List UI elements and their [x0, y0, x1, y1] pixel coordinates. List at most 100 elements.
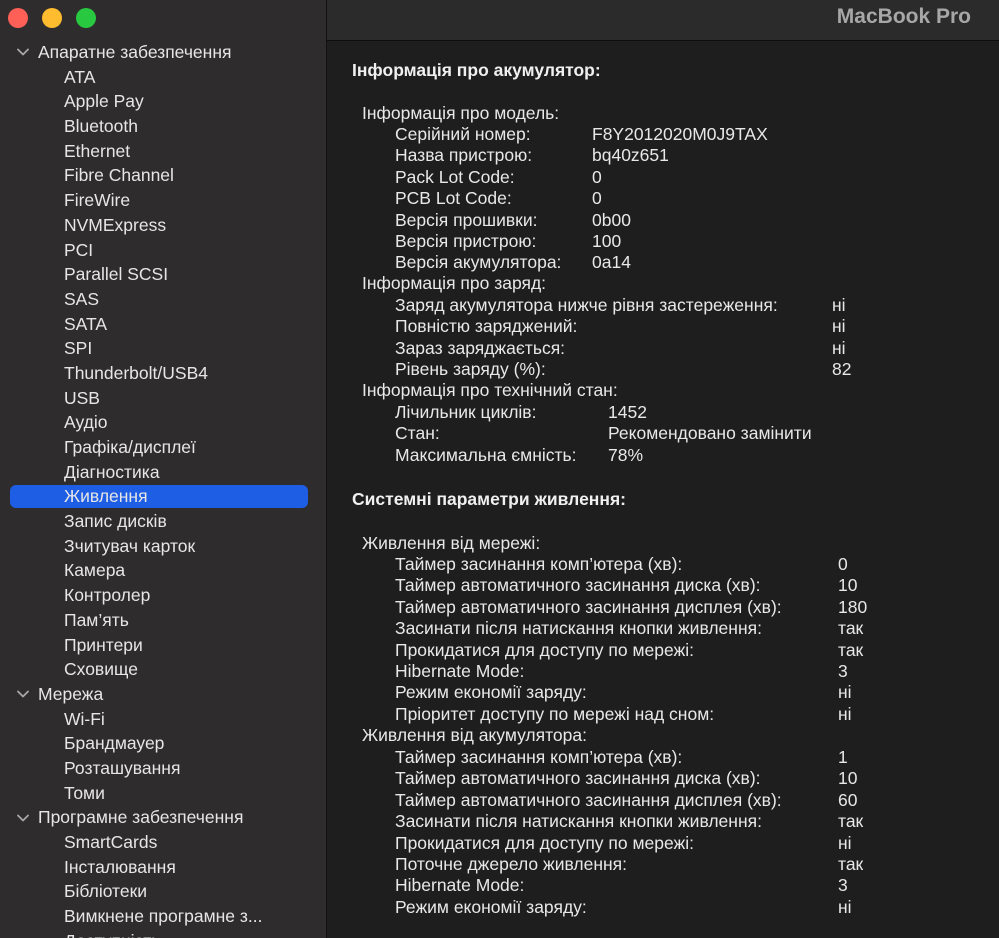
sidebar-item-label: Аудіо: [64, 412, 108, 433]
sidebar-item[interactable]: PCI: [0, 238, 326, 263]
sidebar-item[interactable]: Бібліотеки: [0, 879, 326, 904]
property-key: Таймер засинання комп’ютера (хв):: [395, 554, 683, 574]
property-key: Таймер автоматичного засинання диска (хв…: [395, 575, 761, 596]
property-value: 3: [838, 661, 848, 681]
sidebar-item[interactable]: Контролер: [0, 583, 326, 608]
property-value: 3: [838, 875, 848, 896]
sidebar-item[interactable]: Принтери: [0, 633, 326, 658]
chevron-down-icon[interactable]: [16, 805, 30, 830]
sidebar-group-label: Програмне забезпечення: [38, 807, 244, 828]
property-key: Версія акумулятора:: [395, 252, 562, 273]
sidebar-item[interactable]: Сховище: [0, 657, 326, 682]
sidebar-item[interactable]: Інсталювання: [0, 855, 326, 880]
sidebar-item-label: Томи: [64, 782, 105, 803]
property-key: Назва пристрою:: [395, 145, 533, 166]
property-value: 1452: [608, 402, 647, 422]
sidebar-item[interactable]: Fibre Channel: [0, 163, 326, 188]
sidebar-item[interactable]: SmartCards: [0, 830, 326, 855]
sidebar-item[interactable]: Розташування: [0, 756, 326, 781]
sidebar-item[interactable]: Брандмауер: [0, 731, 326, 756]
property-value: 0b00: [592, 209, 631, 230]
property-key: Стан:: [395, 423, 440, 444]
property-key: Прокидатися для доступу по мережі:: [395, 832, 694, 853]
sidebar-item-label: Сховище: [64, 659, 138, 680]
sidebar-item-label: Запис дисків: [64, 511, 167, 532]
sidebar-item[interactable]: NVMExpress: [0, 213, 326, 238]
battery-section-title: Інформація про акумулятор:: [352, 60, 601, 80]
sidebar-item-label: Графіка/дисплеї: [64, 437, 196, 457]
sidebar-item[interactable]: SAS: [0, 287, 326, 312]
sidebar-item-label: ATA: [64, 66, 96, 87]
sidebar-item[interactable]: Bluetooth: [0, 114, 326, 139]
sidebar-item-label: Apple Pay: [64, 91, 144, 112]
sidebar-item[interactable]: Діагностика: [0, 460, 326, 485]
property-key: Прокидатися для доступу по мережі:: [395, 639, 694, 660]
health-info-header: Інформація про технічний стан:: [362, 380, 618, 400]
property-key: Максимальна ємність:: [395, 444, 577, 465]
sidebar-item[interactable]: FireWire: [0, 188, 326, 213]
system-information-window: Апаратне забезпечення ATA Apple Pay Bluetoo…: [0, 0, 999, 938]
sidebar-group[interactable]: Мережа: [0, 682, 326, 707]
property-key: Серійний номер:: [395, 124, 531, 144]
minimize-window-button[interactable]: [42, 8, 62, 28]
property-key: Повністю заряджений:: [395, 316, 578, 337]
sidebar-item-label: Thunderbolt/USB4: [64, 362, 208, 383]
property-key: Режим економії заряду:: [395, 682, 587, 703]
property-key: Засинати після натискання кнопки живленн…: [395, 811, 762, 832]
zoom-window-button[interactable]: [76, 8, 96, 28]
property-key: Режим економії заряду:: [395, 896, 587, 917]
sidebar-item[interactable]: SPI: [0, 336, 326, 361]
sidebar-item-label: Bluetooth: [64, 116, 138, 137]
sidebar-item[interactable]: SATA: [0, 312, 326, 337]
sidebar-group[interactable]: Апаратне забезпечення: [0, 40, 326, 65]
sidebar-item[interactable]: Камера: [0, 558, 326, 583]
sidebar-item[interactable]: Вимкнене програмне з...: [0, 904, 326, 929]
sidebar-item-label: Інсталювання: [64, 856, 176, 877]
sidebar-item[interactable]: Доступність: [0, 929, 326, 938]
sidebar-item[interactable]: Parallel SCSI: [0, 262, 326, 287]
sidebar-item-label: Fibre Channel: [64, 165, 174, 186]
sidebar-item[interactable]: Аудіо: [0, 410, 326, 435]
property-value: bq40z651: [592, 145, 669, 166]
sidebar-item[interactable]: USB: [0, 386, 326, 411]
property-key: Поточне джерело живлення:: [395, 854, 627, 874]
model-info-header: Інформація про модель:: [362, 103, 560, 123]
property-value: так: [838, 811, 864, 832]
sidebar-item-label: Контролер: [64, 585, 151, 606]
sidebar-group-label: Мережа: [38, 683, 104, 704]
property-value: 10: [838, 768, 858, 789]
property-value: 180: [838, 596, 868, 617]
sidebar-group[interactable]: Програмне забезпечення: [0, 805, 326, 830]
sidebar-item-label: NVMExpress: [64, 214, 167, 235]
sidebar-item[interactable]: ATA: [0, 65, 326, 90]
chevron-down-icon[interactable]: [16, 682, 30, 707]
sidebar-item[interactable]: Живлення: [0, 484, 326, 509]
sidebar-item[interactable]: Ethernet: [0, 139, 326, 164]
sidebar-item[interactable]: Пам’ять: [0, 608, 326, 633]
sidebar-item[interactable]: Apple Pay: [0, 89, 326, 114]
property-value: 0: [592, 166, 602, 187]
titlebar: MacBook Pro: [327, 0, 999, 41]
property-key: Таймер автоматичного засинання диска (хв…: [395, 768, 761, 789]
sidebar-group-label: Апаратне забезпечення: [38, 42, 232, 62]
sidebar: Апаратне забезпечення ATA Apple Pay Bluetoo…: [0, 0, 327, 938]
property-key: Hibernate Mode:: [395, 661, 525, 681]
sidebar-item[interactable]: Запис дисків: [0, 509, 326, 534]
charge-info-header: Інформація про заряд:: [362, 273, 547, 293]
sidebar-item-label: Parallel SCSI: [64, 264, 169, 285]
sidebar-item[interactable]: Графіка/дисплеї: [0, 435, 326, 460]
sidebar-item-label: Брандмауер: [64, 733, 165, 754]
property-value: Рекомендовано замінити: [608, 423, 812, 444]
property-key: Версія пристрою:: [395, 231, 537, 251]
sidebar-item[interactable]: Зчитувач карток: [0, 534, 326, 559]
sidebar-item-label: USB: [64, 387, 100, 408]
sidebar-item-label: Діагностика: [64, 461, 160, 482]
sidebar-item[interactable]: Thunderbolt/USB4: [0, 361, 326, 386]
chevron-down-icon[interactable]: [16, 40, 30, 65]
close-window-button[interactable]: [8, 8, 28, 28]
property-value: 0: [838, 554, 848, 574]
property-value: 0: [592, 188, 602, 209]
sidebar-item[interactable]: Wi-Fi: [0, 707, 326, 732]
sidebar-item[interactable]: Томи: [0, 781, 326, 806]
sidebar-item-label: Бібліотеки: [64, 881, 148, 902]
